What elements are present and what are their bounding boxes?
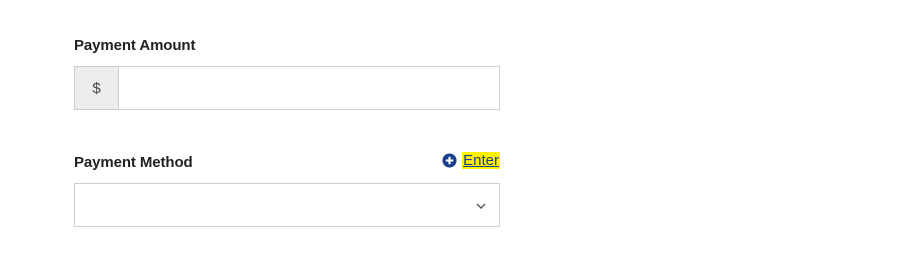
currency-addon: $	[74, 66, 118, 110]
payment-method-label: Payment Method	[74, 154, 193, 171]
enter-payment-method-link[interactable]: Enter	[442, 152, 500, 169]
payment-amount-input[interactable]	[118, 66, 500, 110]
payment-amount-input-group: $	[74, 66, 500, 110]
plus-circle-icon	[442, 153, 457, 168]
payment-amount-label: Payment Amount	[74, 37, 196, 54]
payment-method-select[interactable]	[74, 183, 500, 227]
enter-link-label: Enter	[462, 152, 500, 169]
chevron-down-icon	[476, 203, 486, 209]
